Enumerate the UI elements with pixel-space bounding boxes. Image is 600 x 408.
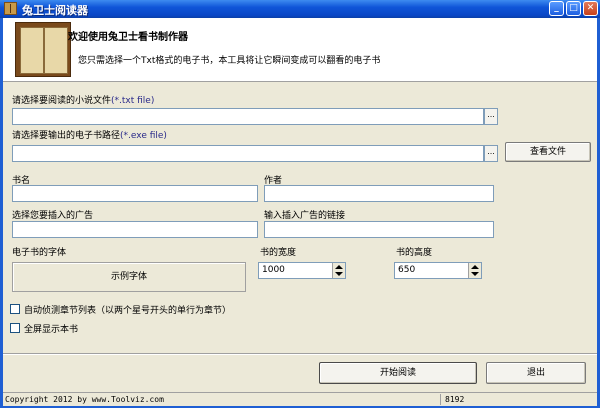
- font-sample-button[interactable]: 示例字体: [12, 262, 246, 292]
- status-count: 8192: [445, 395, 465, 404]
- output-browse-button[interactable]: ...: [484, 145, 498, 162]
- close-icon[interactable]: ✕: [583, 1, 598, 16]
- divider: [3, 353, 597, 355]
- start-reading-button[interactable]: 开始阅读: [319, 362, 477, 384]
- spinner-up-icon[interactable]: [335, 265, 343, 269]
- height-value: 650: [398, 265, 416, 275]
- width-value: 1000: [262, 265, 285, 275]
- output-path-input[interactable]: [12, 145, 484, 162]
- status-copyright: Copyright 2012 by www.Toolviz.com: [3, 394, 441, 405]
- header-banner: 欢迎使用兔卫士看书制作器 您只需选择一个Txt格式的电子书，本工具将让它瞬间变成…: [3, 18, 597, 82]
- auto-chapter-checkbox[interactable]: [10, 304, 20, 314]
- author-input[interactable]: [264, 185, 494, 202]
- title-bar[interactable]: 兔卫士阅读器 _ □ ✕: [0, 0, 600, 18]
- spinner-down-icon[interactable]: [471, 272, 479, 276]
- font-label: 电子书的字体: [12, 248, 67, 258]
- book-name-input[interactable]: [12, 185, 258, 202]
- header-title: 欢迎使用兔卫士看书制作器: [68, 32, 188, 43]
- exit-button[interactable]: 退出: [486, 362, 586, 384]
- height-label: 书的高度: [396, 248, 433, 258]
- ad-input[interactable]: [12, 221, 258, 238]
- status-bar: Copyright 2012 by www.Toolviz.com 8192: [3, 392, 597, 406]
- fullscreen-checkbox[interactable]: [10, 323, 20, 333]
- ad-link-label: 输入插入广告的链接: [264, 211, 346, 221]
- width-label: 书的宽度: [260, 248, 297, 258]
- header-description: 您只需选择一个Txt格式的电子书，本工具将让它瞬间变成可以翻看的电子书: [78, 56, 381, 66]
- source-browse-button[interactable]: ...: [484, 108, 498, 125]
- book-cover-image: [15, 22, 71, 77]
- book-icon: [4, 2, 17, 15]
- window-title: 兔卫士阅读器: [22, 4, 88, 17]
- spinner-down-icon[interactable]: [335, 272, 343, 276]
- ad-link-input[interactable]: [264, 221, 494, 238]
- ad-label: 选择您要插入的广告: [12, 211, 94, 221]
- auto-chapter-label: 自动侦测章节列表（以两个星号开头的单行为章节）: [24, 306, 232, 316]
- fullscreen-label: 全屏显示本书: [24, 325, 79, 335]
- height-spinner[interactable]: 650: [394, 262, 482, 279]
- spinner-up-icon[interactable]: [471, 265, 479, 269]
- maximize-icon[interactable]: □: [566, 1, 581, 16]
- source-file-label: 请选择要阅读的小说文件(*.txt file): [12, 96, 155, 106]
- output-path-label: 请选择要输出的电子书路径(*.exe file): [12, 131, 167, 141]
- source-file-input[interactable]: [12, 108, 484, 125]
- width-spinner[interactable]: 1000: [258, 262, 346, 279]
- view-file-button[interactable]: 查看文件: [505, 142, 591, 162]
- minimize-icon[interactable]: _: [549, 1, 564, 16]
